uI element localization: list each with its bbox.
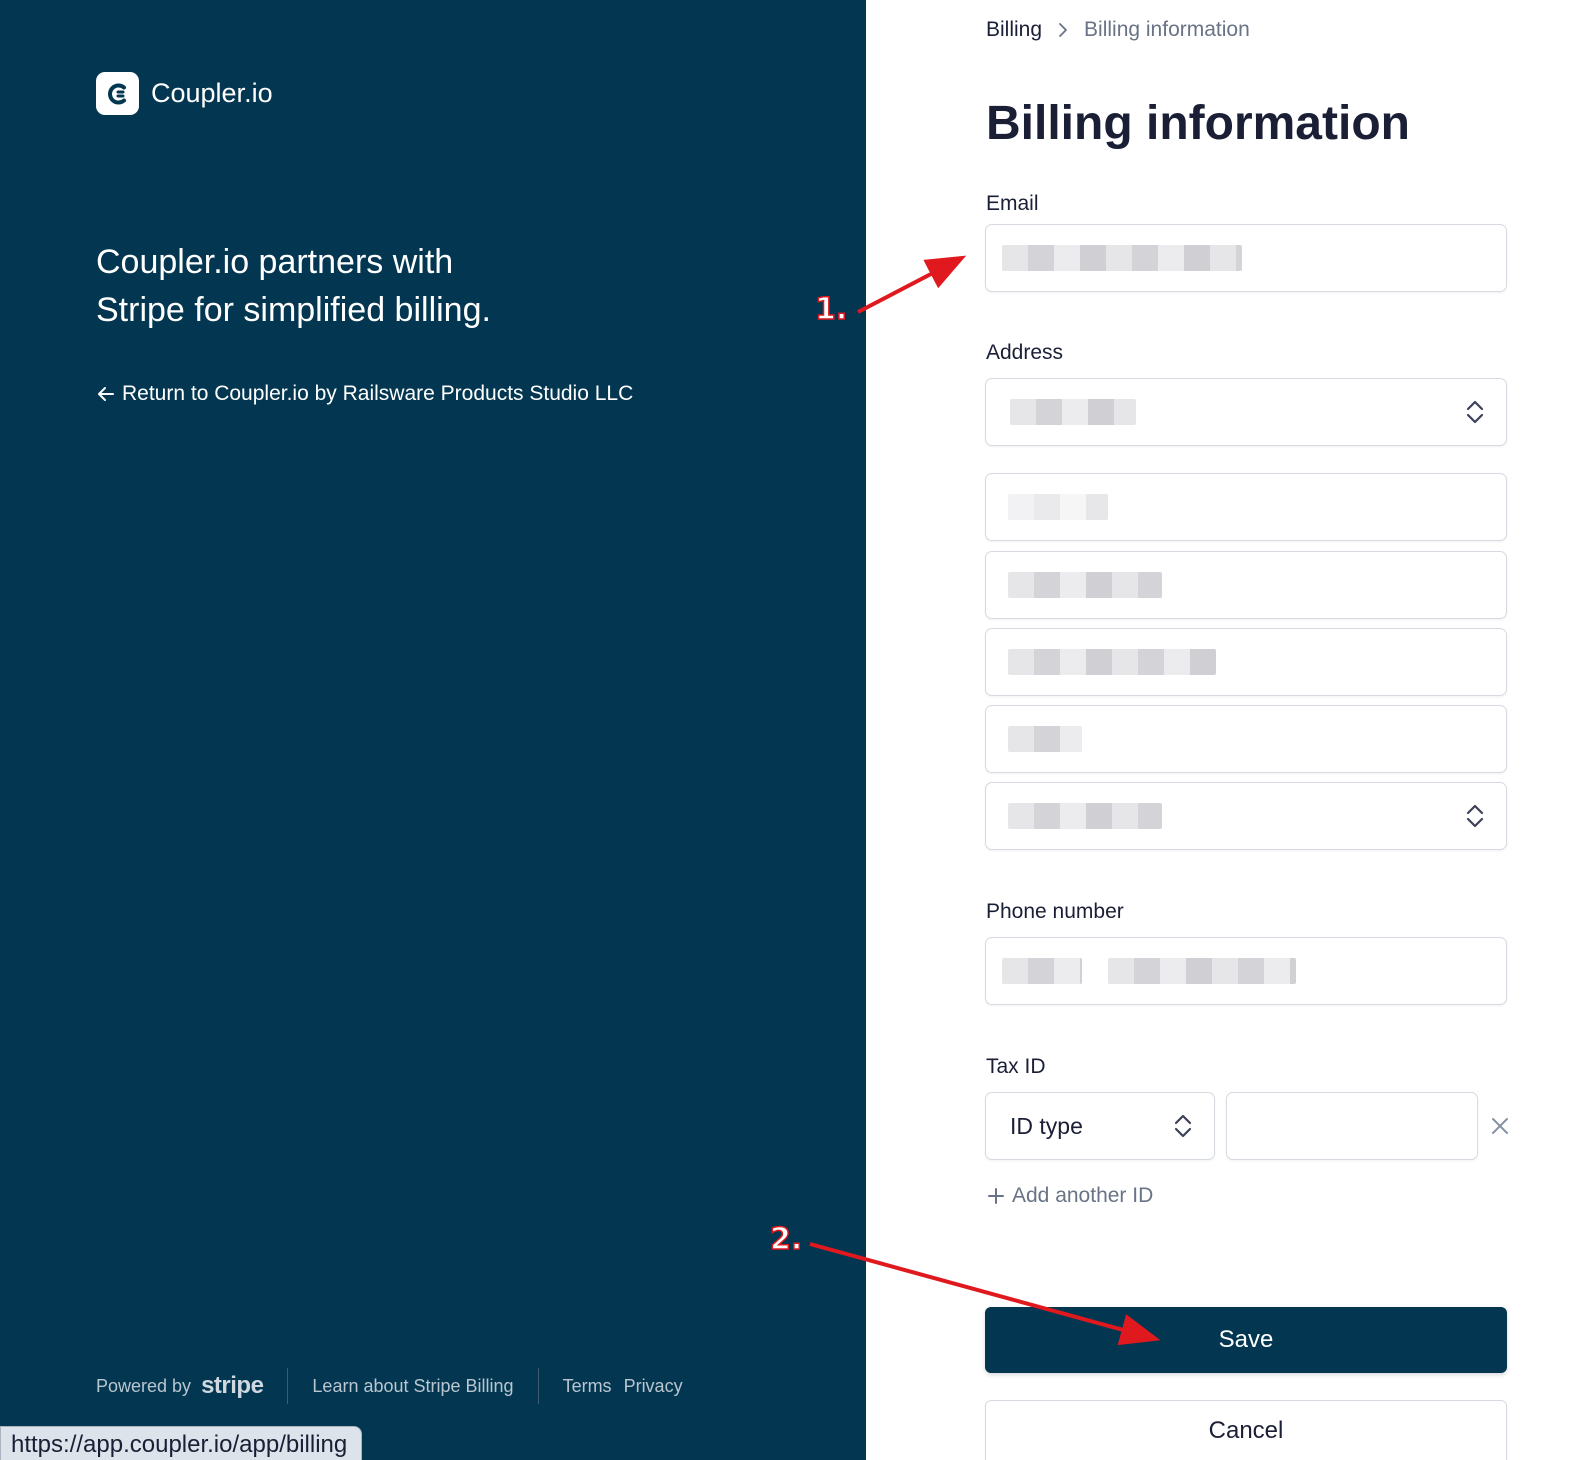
add-another-id-button[interactable]: Add another ID (986, 1184, 1153, 1208)
headline-line-2: Stripe for simplified billing. (96, 291, 491, 329)
annotation-step-2: 2. (769, 1221, 803, 1258)
arrow-left-icon (98, 387, 114, 401)
phone-field[interactable] (985, 937, 1507, 1005)
terms-link[interactable]: Terms (563, 1376, 612, 1397)
city-field[interactable] (985, 628, 1507, 696)
redacted-phone-code (1002, 958, 1082, 984)
email-label: Email (986, 192, 1039, 215)
redacted-email (1002, 245, 1242, 271)
add-another-id-label: Add another ID (1012, 1184, 1154, 1207)
powered-by-label: Powered by (96, 1375, 192, 1396)
right-panel: Billing Billing information Billing info… (866, 0, 1582, 1460)
tax-id-input[interactable] (1227, 1093, 1477, 1159)
status-url: https://app.coupler.io/app/billing (11, 1431, 348, 1458)
left-panel: Coupler.io Coupler.io partners with Stri… (0, 0, 866, 1460)
coupler-logo-icon (96, 72, 139, 115)
address-line2-field[interactable] (985, 551, 1507, 619)
chevron-up-down-icon (1466, 804, 1484, 828)
country-select[interactable] (985, 378, 1507, 446)
redacted-country (1010, 399, 1136, 425)
save-button[interactable]: Save (985, 1307, 1507, 1373)
privacy-link[interactable]: Privacy (624, 1376, 683, 1397)
stripe-logo: stripe (201, 1372, 264, 1399)
footer: Powered by stripe Learn about Stripe Bil… (96, 1368, 683, 1404)
email-field[interactable] (985, 224, 1507, 292)
postal-code-field[interactable] (985, 705, 1507, 773)
headline: Coupler.io partners with Stripe for simp… (96, 238, 656, 334)
page-title: Billing information (986, 97, 1410, 150)
brand-name: Coupler.io (151, 78, 273, 108)
redacted-address-line2 (1008, 572, 1162, 598)
status-url-bar: https://app.coupler.io/app/billing (0, 1426, 363, 1460)
phone-label: Phone number (986, 900, 1124, 923)
id-type-value: ID type (1010, 1112, 1083, 1139)
address-label: Address (986, 341, 1064, 364)
powered-by-stripe[interactable]: Powered by stripe (96, 1372, 264, 1400)
return-link-label: Return to Coupler.io by Railsware Produc… (122, 382, 634, 405)
cancel-button[interactable]: Cancel (985, 1400, 1507, 1460)
address-line1-field[interactable] (985, 473, 1507, 541)
state-select[interactable] (985, 782, 1507, 850)
redacted-city (1008, 649, 1216, 675)
close-icon[interactable] (1488, 1114, 1512, 1138)
plus-icon (988, 1188, 1004, 1204)
redacted-postal-code (1008, 726, 1082, 752)
breadcrumb: Billing Billing information (986, 18, 1250, 42)
return-link[interactable]: Return to Coupler.io by Railsware Produc… (96, 382, 633, 406)
brand: Coupler.io (96, 72, 273, 115)
footer-divider (537, 1368, 539, 1404)
breadcrumb-current: Billing information (1084, 18, 1250, 41)
breadcrumb-billing[interactable]: Billing (986, 18, 1042, 42)
chevron-up-down-icon (1174, 1114, 1192, 1138)
redacted-phone-number (1108, 958, 1296, 984)
id-type-select[interactable]: ID type (985, 1092, 1215, 1160)
redacted-state (1008, 803, 1162, 829)
learn-stripe-billing-link[interactable]: Learn about Stripe Billing (312, 1376, 513, 1397)
tax-id-value-field[interactable] (1226, 1092, 1478, 1160)
tax-id-label: Tax ID (986, 1055, 1046, 1078)
headline-line-1: Coupler.io partners with (96, 243, 454, 281)
chevron-right-icon (1059, 23, 1067, 37)
annotation-step-1: 1. (814, 291, 848, 328)
redacted-address-line1 (1008, 494, 1108, 520)
chevron-up-down-icon (1466, 400, 1484, 424)
footer-divider (287, 1368, 289, 1404)
